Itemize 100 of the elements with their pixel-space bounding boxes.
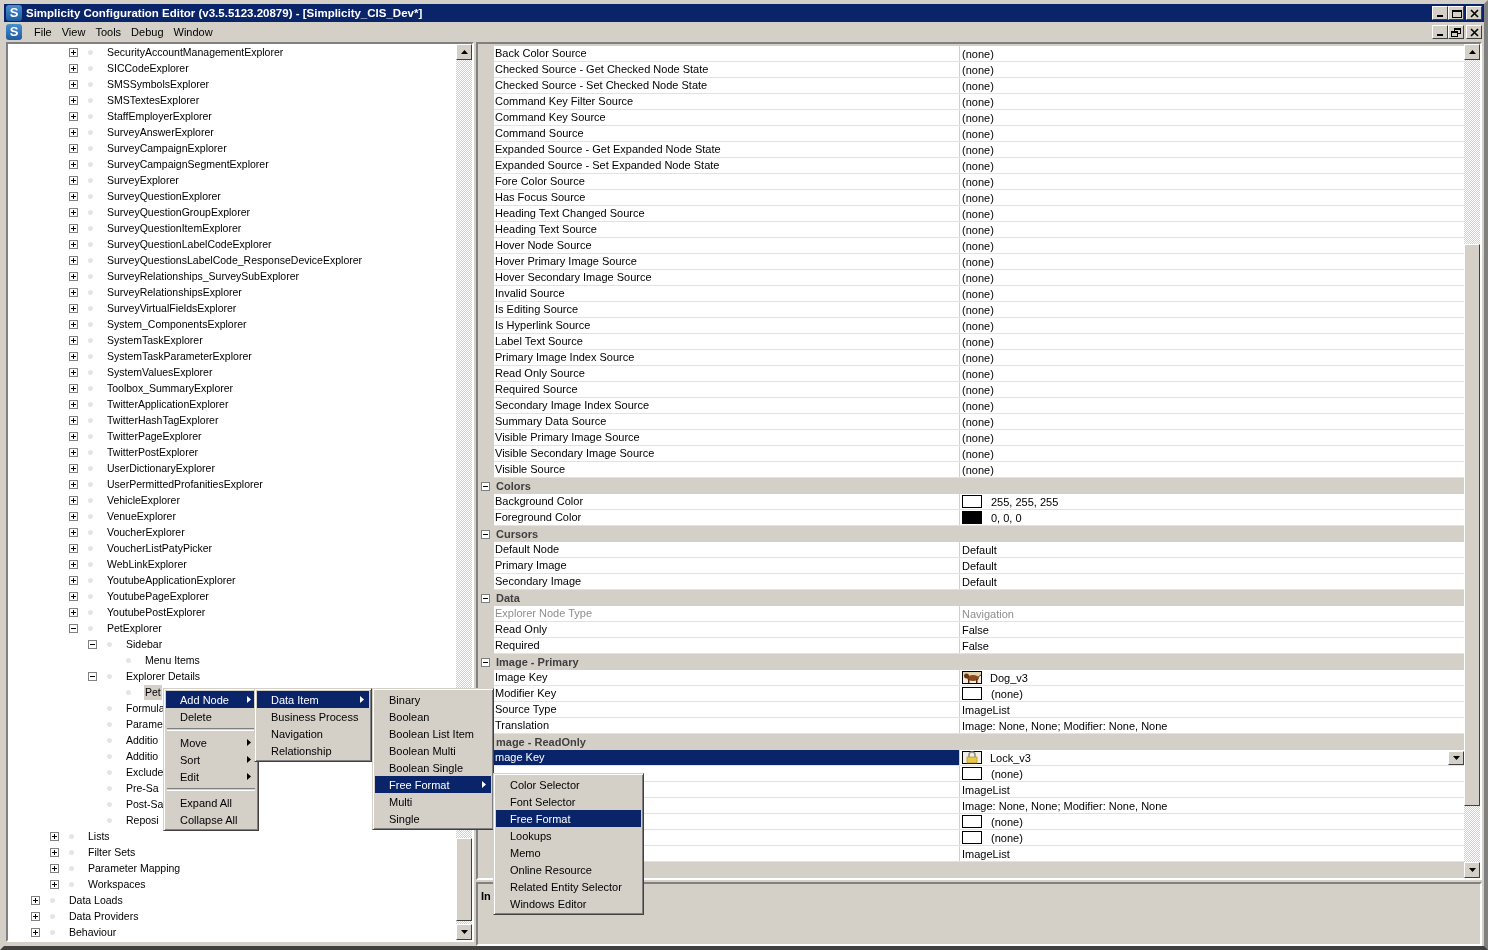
property-value[interactable]: (none) [962, 447, 994, 460]
property-value[interactable]: (none) [991, 767, 1023, 780]
expand-icon[interactable] [31, 927, 40, 937]
menu-item[interactable]: Binary [375, 691, 491, 708]
maximize-button[interactable] [1448, 6, 1464, 20]
menu-item[interactable]: Color Selector [496, 776, 641, 793]
property-value[interactable]: (none) [962, 159, 994, 172]
expand-icon[interactable] [69, 255, 78, 265]
tree-item[interactable]: YoutubeApplicationExplorer [106, 572, 237, 588]
property-name[interactable]: Checked Source - Get Checked Node State [494, 62, 960, 77]
property-value[interactable]: ImageList [962, 703, 1010, 716]
property-name[interactable]: Hover Secondary Image Source [494, 270, 960, 285]
tree-item[interactable]: Pre-Sa [125, 780, 160, 796]
menu-item[interactable]: Relationship [257, 742, 369, 759]
tree-item[interactable]: VoucherListPatyPicker [106, 540, 214, 556]
tree-item[interactable]: SurveyQuestionExplorer [106, 188, 222, 204]
scroll-up-button[interactable] [1464, 44, 1480, 60]
tree-item[interactable]: Toolbox_SummaryExplorer [106, 380, 235, 396]
expand-icon[interactable] [69, 431, 78, 441]
tree-item[interactable]: SurveyQuestionLabelCodeExplorer [106, 236, 273, 252]
menu-item[interactable]: Add Node [166, 691, 256, 708]
expand-icon[interactable] [69, 447, 78, 457]
menu-item[interactable]: Navigation [257, 725, 369, 742]
property-value[interactable]: (none) [962, 175, 994, 188]
tree-item[interactable]: Pet [144, 684, 162, 700]
menu-item[interactable]: Related Entity Selector [496, 878, 641, 895]
expand-icon[interactable] [69, 383, 78, 393]
property-name[interactable]: Foreground Color [494, 510, 960, 525]
expand-icon[interactable] [69, 399, 78, 409]
tree-item[interactable]: StaffEmployerExplorer [106, 108, 213, 124]
property-value[interactable]: (none) [962, 63, 994, 76]
tree-item[interactable]: SystemValuesExplorer [106, 364, 214, 380]
tree-item[interactable]: SecurityAccountManagementExplorer [106, 44, 285, 60]
restore-button[interactable] [1448, 25, 1464, 39]
property-name[interactable]: Command Key Source [494, 110, 960, 125]
tree-item[interactable]: SICCodeExplorer [106, 60, 190, 76]
dropdown-button[interactable] [1448, 750, 1464, 765]
menu-item[interactable]: Business Process [257, 708, 369, 725]
property-value[interactable]: ImageList [962, 783, 1010, 796]
tree-item[interactable]: SurveyRelationships_SurveySubExplorer [106, 268, 300, 284]
property-name[interactable]: Fore Color Source [494, 174, 960, 189]
property-value[interactable]: Default [962, 559, 997, 572]
property-name[interactable]: Heading Text Source [494, 222, 960, 237]
tree-item[interactable]: Menu Items [144, 652, 201, 668]
property-name[interactable]: Required [494, 638, 960, 653]
menu-item[interactable]: Free Format [375, 776, 491, 793]
property-value[interactable]: Lock_v3 [990, 751, 1031, 764]
scroll-down-button[interactable] [456, 924, 472, 940]
expand-icon[interactable] [69, 591, 78, 601]
expand-icon[interactable] [69, 175, 78, 185]
tree-item[interactable]: Reposi [125, 812, 160, 828]
property-value[interactable]: (none) [962, 351, 994, 364]
tree-item[interactable]: Parameter Mapping [87, 860, 182, 876]
scroll-thumb[interactable] [456, 837, 472, 921]
tree-item[interactable]: SurveyCampaignSegmentExplorer [106, 156, 270, 172]
menu-item[interactable]: Boolean Single [375, 759, 491, 776]
expand-icon[interactable] [69, 351, 78, 361]
menu-item[interactable]: Expand All [166, 794, 256, 811]
expand-icon[interactable] [69, 127, 78, 137]
menu-item[interactable]: Single [375, 810, 491, 827]
property-value[interactable]: 255, 255, 255 [991, 495, 1059, 508]
menu-item[interactable]: Move [166, 734, 256, 751]
collapse-icon[interactable] [481, 529, 490, 539]
expand-icon[interactable] [31, 911, 40, 921]
property-name[interactable]: Heading Text Changed Source [494, 206, 960, 221]
property-value[interactable]: (none) [962, 383, 994, 396]
expand-icon[interactable] [69, 415, 78, 425]
property-name[interactable]: Has Focus Source [494, 190, 960, 205]
property-name[interactable]: Summary Data Source [494, 414, 960, 429]
property-name[interactable]: Command Key Filter Source [494, 94, 960, 109]
menu-item[interactable]: Debug [127, 26, 170, 38]
tree-item[interactable]: TwitterApplicationExplorer [106, 396, 230, 412]
property-value[interactable]: (none) [962, 79, 994, 92]
property-name[interactable]: Secondary Image Index Source [494, 398, 960, 413]
menu-item[interactable]: Memo [496, 844, 641, 861]
property-name[interactable]: Background Color [494, 494, 960, 509]
tree-item[interactable]: VenueExplorer [106, 508, 177, 524]
expand-icon[interactable] [69, 543, 78, 553]
expand-icon[interactable] [69, 511, 78, 521]
property-value[interactable]: Default [962, 543, 997, 556]
property-name[interactable]: Is Editing Source [494, 302, 960, 317]
expand-icon[interactable] [50, 847, 59, 857]
tree-item[interactable]: SurveyExplorer [106, 172, 180, 188]
property-name[interactable]: Expanded Source - Set Expanded Node State [494, 158, 960, 173]
tree-item[interactable]: System_ComponentsExplorer [106, 316, 248, 332]
property-value[interactable]: (none) [962, 255, 994, 268]
tree-item[interactable]: SurveyQuestionsLabelCode_ResponseDeviceExplorer [106, 252, 364, 268]
tree-item[interactable]: TwitterPostExplorer [106, 444, 200, 460]
property-value[interactable]: Dog_v3 [990, 671, 1028, 684]
tree-item[interactable]: TwitterHashTagExplorer [106, 412, 220, 428]
property-name[interactable]: Primary Image Index Source [494, 350, 960, 365]
property-value[interactable]: (none) [962, 431, 994, 444]
tree-item[interactable]: YoutubePageExplorer [106, 588, 210, 604]
property-name[interactable]: Back Color Source [494, 46, 960, 61]
property-value[interactable]: (none) [962, 415, 994, 428]
collapse-icon[interactable] [481, 593, 490, 603]
property-name[interactable]: Hover Node Source [494, 238, 960, 253]
property-value[interactable]: (none) [962, 335, 994, 348]
expand-icon[interactable] [50, 879, 59, 889]
property-value[interactable]: (none) [962, 287, 994, 300]
